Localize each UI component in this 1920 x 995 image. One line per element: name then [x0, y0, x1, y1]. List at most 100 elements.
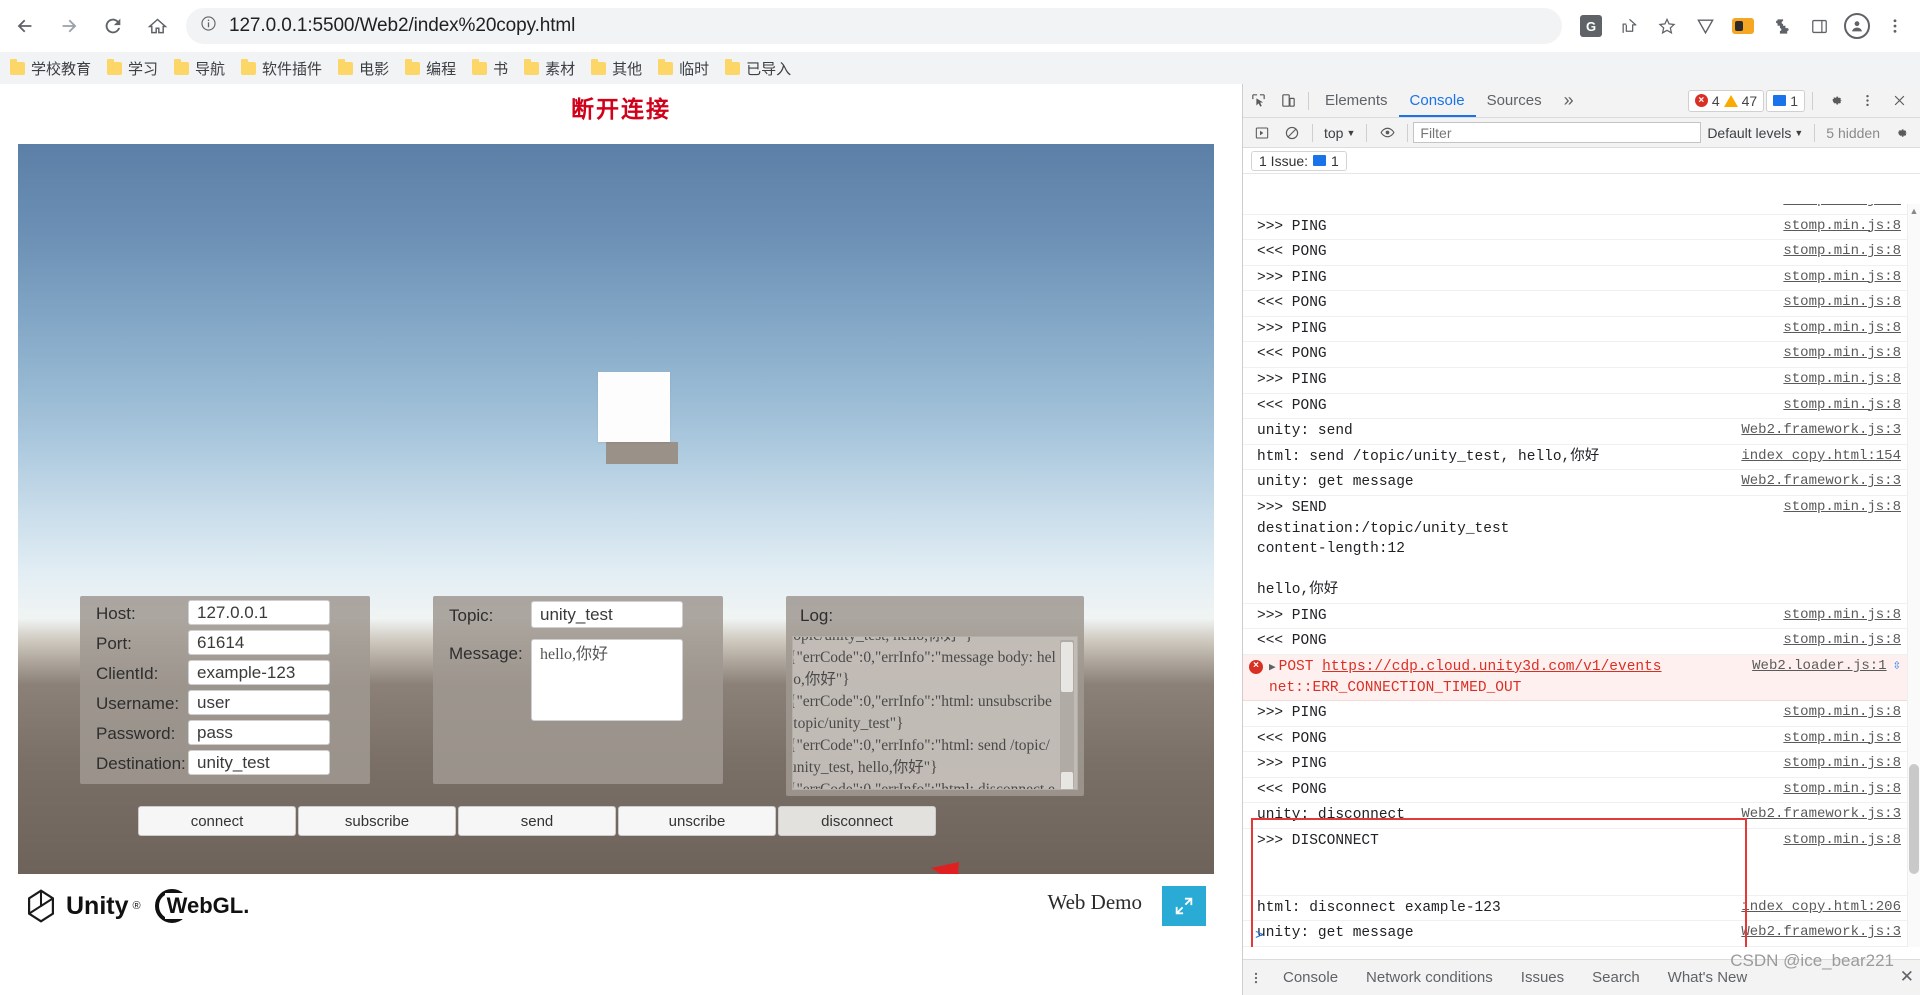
- field-input[interactable]: [188, 600, 330, 625]
- console-message-row[interactable]: <<< PONGstomp.min.js:8: [1243, 727, 1907, 753]
- fullscreen-button[interactable]: [1162, 886, 1206, 926]
- drawer-tab-search[interactable]: Search: [1578, 969, 1654, 986]
- console-message-row[interactable]: >>> PINGstomp.min.js:8: [1243, 368, 1907, 394]
- console-message-row[interactable]: unity: sendWeb2.framework.js:3: [1243, 419, 1907, 445]
- topic-input[interactable]: [531, 601, 683, 628]
- unity-canvas[interactable]: Host:Port:ClientId:Username:Password:Des…: [18, 144, 1214, 874]
- field-input[interactable]: [188, 630, 330, 655]
- extension-icon[interactable]: [1726, 9, 1760, 43]
- drawer-tab-console[interactable]: Console: [1269, 969, 1352, 986]
- console-settings-gear-icon[interactable]: [1886, 118, 1916, 148]
- home-icon[interactable]: [138, 7, 176, 45]
- issue-summary-pill[interactable]: 1 Issue: 1: [1251, 151, 1347, 171]
- bookmark-item[interactable]: 其他: [591, 58, 642, 79]
- expand-triangle-icon[interactable]: ▶: [1269, 661, 1276, 677]
- console-filter-input[interactable]: [1413, 122, 1701, 143]
- console-message-row[interactable]: <<< PONGstomp.min.js:8: [1243, 204, 1907, 215]
- log-output-box[interactable]: topic/unity_test, hello,你好"} {"errCode":…: [792, 636, 1078, 790]
- device-toolbar-icon[interactable]: [1273, 86, 1303, 116]
- bookmark-item[interactable]: 已导入: [725, 58, 791, 79]
- inspect-element-icon[interactable]: [1243, 86, 1273, 116]
- bookmark-item[interactable]: 编程: [405, 58, 456, 79]
- message-textarea[interactable]: [531, 639, 683, 721]
- console-message-row[interactable]: html: disconnect example-123index copy.h…: [1243, 896, 1907, 922]
- console-source-link[interactable]: stomp.min.js:8: [1783, 729, 1901, 749]
- bookmark-item[interactable]: 导航: [174, 58, 225, 79]
- back-arrow-icon[interactable]: [6, 7, 44, 45]
- console-source-link[interactable]: Web2.loader.js:1: [1752, 657, 1886, 677]
- execute-snippet-icon[interactable]: [1247, 118, 1277, 148]
- console-message-row[interactable]: >>> PINGstomp.min.js:8: [1243, 752, 1907, 778]
- log-level-select[interactable]: Default levels ▼: [1701, 125, 1809, 141]
- console-source-link[interactable]: stomp.min.js:8: [1783, 370, 1901, 390]
- console-message-row[interactable]: <<< PONGstomp.min.js:8: [1243, 778, 1907, 804]
- bookmark-item[interactable]: 临时: [658, 58, 709, 79]
- side-panel-icon[interactable]: [1802, 9, 1836, 43]
- console-source-link[interactable]: stomp.min.js:8: [1783, 631, 1901, 651]
- unity-button-connect[interactable]: connect: [138, 806, 296, 836]
- console-message-row[interactable]: >>> PINGstomp.min.js:8: [1243, 266, 1907, 292]
- drawer-tab-what-s-new[interactable]: What's New: [1654, 969, 1762, 986]
- scrollbar-up-arrow-icon[interactable]: ▲: [1909, 206, 1919, 216]
- console-message-row[interactable]: <<< PONGstomp.min.js:8: [1243, 629, 1907, 655]
- console-message-row[interactable]: unity: disconnectWeb2.framework.js:3: [1243, 803, 1907, 829]
- bookmark-item[interactable]: 学校教育: [10, 58, 91, 79]
- console-message-row[interactable]: >>> DISCONNECT stomp.min.js:8: [1243, 829, 1907, 896]
- console-message-row[interactable]: <<< PONGstomp.min.js:8: [1243, 291, 1907, 317]
- field-input[interactable]: [188, 660, 330, 685]
- bookmark-item[interactable]: 素材: [524, 58, 575, 79]
- console-message-row[interactable]: <<< PONGstomp.min.js:8: [1243, 394, 1907, 420]
- profile-icon[interactable]: [1840, 9, 1874, 43]
- request-url-link[interactable]: https://cdp.cloud.unity3d.com/v1/events: [1322, 659, 1661, 675]
- console-scrollbar-thumb[interactable]: [1909, 764, 1919, 874]
- live-expression-eye-icon[interactable]: [1372, 118, 1402, 148]
- drawer-more-kebab-icon[interactable]: [1243, 971, 1269, 985]
- console-message-row[interactable]: unity: get messageWeb2.framework.js:3: [1243, 470, 1907, 496]
- console-source-link[interactable]: stomp.min.js:8: [1783, 293, 1901, 313]
- field-input[interactable]: [188, 750, 330, 775]
- devtools-tab-sources[interactable]: Sources: [1476, 84, 1553, 117]
- console-source-link[interactable]: stomp.min.js:8: [1783, 268, 1901, 288]
- console-source-link[interactable]: stomp.min.js:8: [1783, 242, 1901, 262]
- console-source-link[interactable]: stomp.min.js:8: [1783, 217, 1901, 237]
- console-source-link[interactable]: stomp.min.js:8: [1783, 344, 1901, 364]
- devtools-tab-elements[interactable]: Elements: [1314, 84, 1399, 117]
- console-source-link[interactable]: stomp.min.js:8: [1783, 780, 1901, 800]
- console-message-list[interactable]: <<< PONGstomp.min.js:8>>> PINGstomp.min.…: [1243, 204, 1920, 947]
- share-icon[interactable]: [1612, 9, 1646, 43]
- bookmark-item[interactable]: 软件插件: [241, 58, 322, 79]
- console-prompt[interactable]: >: [1243, 925, 1920, 947]
- site-info-icon[interactable]: [200, 15, 217, 37]
- drawer-tab-network-conditions[interactable]: Network conditions: [1352, 969, 1507, 986]
- bookmark-item[interactable]: 学习: [107, 58, 158, 79]
- console-source-link[interactable]: Web2.framework.js:3: [1741, 472, 1901, 492]
- unity-button-disconnect[interactable]: disconnect: [778, 806, 936, 836]
- devtools-tabs-overflow[interactable]: »: [1553, 84, 1585, 117]
- console-source-link[interactable]: Web2.framework.js:3: [1741, 421, 1901, 441]
- console-message-row[interactable]: >>> SEND destination:/topic/unity_test c…: [1243, 496, 1907, 604]
- console-scrollbar-track[interactable]: ▲: [1907, 204, 1920, 947]
- vivaldi-shield-icon[interactable]: [1688, 9, 1722, 43]
- clear-console-icon[interactable]: [1277, 118, 1307, 148]
- console-source-link[interactable]: stomp.min.js:8: [1783, 396, 1901, 416]
- console-source-link[interactable]: stomp.min.js:8: [1783, 703, 1901, 723]
- console-source-link[interactable]: index copy.html:206: [1741, 898, 1901, 918]
- field-input[interactable]: [188, 720, 330, 745]
- console-message-row[interactable]: html: send /topic/unity_test, hello,你好in…: [1243, 445, 1907, 471]
- reload-icon[interactable]: [94, 7, 132, 45]
- open-in-network-icon[interactable]: ⇳: [1893, 657, 1901, 677]
- console-source-link[interactable]: stomp.min.js:8: [1783, 204, 1901, 211]
- console-source-link[interactable]: stomp.min.js:8: [1783, 498, 1901, 518]
- console-source-link[interactable]: index copy.html:154: [1741, 447, 1901, 467]
- log-scrollbar-thumb-down[interactable]: [1061, 772, 1073, 790]
- bookmark-item[interactable]: 电影: [338, 58, 389, 79]
- console-source-link[interactable]: stomp.min.js:8: [1783, 831, 1901, 851]
- console-source-link[interactable]: stomp.min.js:8: [1783, 754, 1901, 774]
- close-devtools-icon[interactable]: [1884, 86, 1914, 116]
- console-source-link[interactable]: stomp.min.js:8: [1783, 319, 1901, 339]
- forward-arrow-icon[interactable]: [50, 7, 88, 45]
- unity-button-unscribe[interactable]: unscribe: [618, 806, 776, 836]
- console-message-row[interactable]: >>> PINGstomp.min.js:8: [1243, 701, 1907, 727]
- devtools-tab-console[interactable]: Console: [1399, 84, 1476, 117]
- drawer-tab-issues[interactable]: Issues: [1507, 969, 1578, 986]
